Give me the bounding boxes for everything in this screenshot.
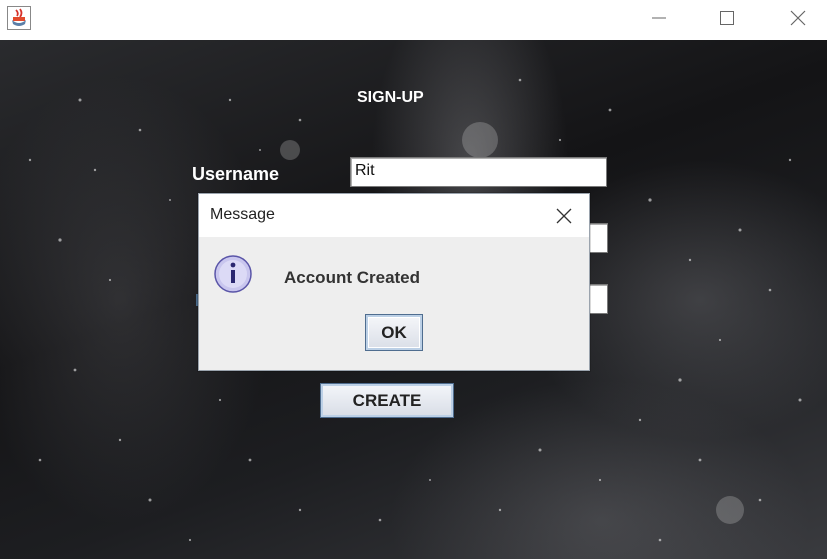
- maximize-button[interactable]: [704, 0, 750, 36]
- username-label: Username: [192, 164, 280, 184]
- window-titlebar: [0, 0, 827, 40]
- dialog-title: Message: [210, 206, 275, 223]
- dialog-message: Account Created: [284, 268, 421, 287]
- dialog-titlebar: Message: [199, 194, 589, 237]
- dialog-close-button[interactable]: [551, 203, 577, 229]
- java-coffee-cup-icon: [7, 6, 31, 30]
- create-button[interactable]: CREATE: [320, 383, 454, 418]
- ok-button[interactable]: OK: [365, 314, 423, 351]
- minimize-icon: [652, 17, 666, 19]
- info-icon: [214, 255, 252, 293]
- close-icon: [790, 10, 806, 26]
- message-dialog: Message Account Created OK: [198, 193, 590, 371]
- close-icon: [556, 208, 572, 224]
- second-field[interactable]: [588, 223, 608, 253]
- third-field[interactable]: [588, 284, 608, 314]
- page-title: SIGN-UP: [357, 89, 424, 106]
- username-field[interactable]: Rit: [350, 157, 607, 187]
- maximize-icon: [720, 11, 734, 25]
- close-window-button[interactable]: [775, 0, 821, 36]
- minimize-button[interactable]: [636, 0, 682, 36]
